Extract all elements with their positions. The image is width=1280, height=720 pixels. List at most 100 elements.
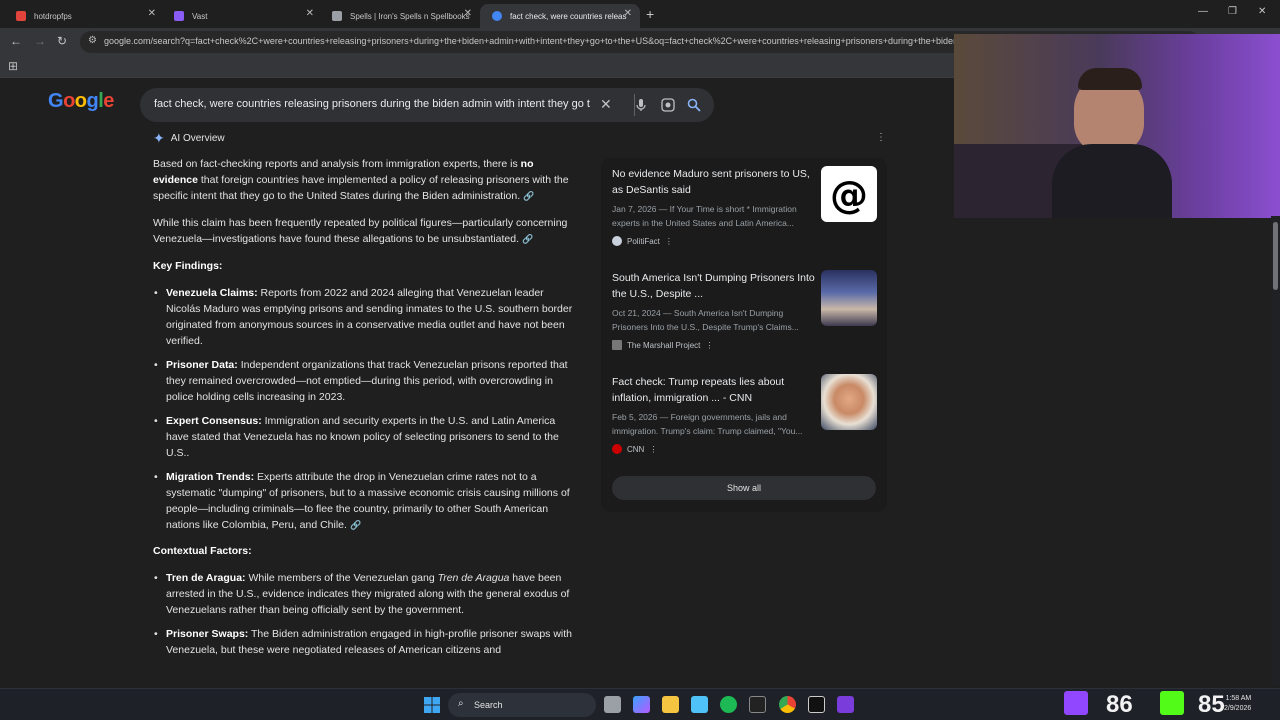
- close-window-icon[interactable]: ✕: [1258, 6, 1266, 17]
- notepad-icon[interactable]: [691, 696, 708, 713]
- source-thumbnail: [821, 270, 877, 326]
- tab-strip: hotdropfps ✕ Vast ✕ Spells | Iron's Spel…: [0, 0, 1280, 28]
- file-explorer-icon[interactable]: [662, 696, 679, 713]
- terminal-icon[interactable]: [808, 696, 825, 713]
- source-thumbnail: [821, 374, 877, 430]
- politifact-icon: [612, 236, 622, 246]
- search-icon: ⌕: [458, 698, 464, 709]
- contextual-factors-heading: Contextual Factors:: [153, 545, 252, 557]
- search-input[interactable]: fact check, were countries releasing pri…: [154, 98, 594, 110]
- new-tab-icon[interactable]: +: [646, 6, 654, 22]
- tab-close-icon[interactable]: ✕: [464, 8, 472, 19]
- finding-label: Expert Consensus:: [166, 415, 262, 427]
- ai-overview-content: Based on fact-checking reports and analy…: [153, 156, 575, 668]
- tab-favicon-icon: [174, 11, 184, 21]
- source-more-icon[interactable]: ⋮: [665, 237, 673, 246]
- source-site: CNN ⋮: [612, 444, 657, 454]
- tab-favicon-icon: [16, 11, 26, 21]
- viewer-count-1: 86: [1106, 691, 1133, 718]
- restore-icon[interactable]: ❐: [1228, 6, 1237, 17]
- source-card[interactable]: Fact check: Trump repeats lies about inf…: [612, 366, 882, 462]
- finding-label: Migration Trends:: [166, 471, 255, 483]
- reload-icon[interactable]: ↻: [57, 34, 67, 48]
- search-box[interactable]: fact check, were countries releasing pri…: [140, 88, 714, 122]
- intro-text: that foreign countries have implemented …: [153, 174, 569, 202]
- source-title[interactable]: No evidence Maduro sent prisoners to US,…: [612, 166, 818, 198]
- taskbar-search[interactable]: ⌕ Search: [448, 693, 596, 717]
- system-clock[interactable]: 1:58 AM 2/9/2026: [1224, 694, 1251, 714]
- threads-logo-icon: @: [821, 166, 877, 222]
- intro-text: Based on fact-checking reports and analy…: [153, 158, 521, 170]
- gemini-sparkle-icon: ✦: [153, 130, 165, 146]
- windows-start-icon[interactable]: [424, 697, 440, 713]
- scrollbar-thumb[interactable]: [1273, 222, 1278, 290]
- svg-text:@: @: [830, 173, 868, 217]
- marshall-project-icon: [612, 340, 622, 350]
- intro-bold: evidence: [153, 174, 198, 186]
- tab-google-search[interactable]: fact check, were countries releas ✕: [480, 4, 640, 28]
- factor-label: Prisoner Swaps:: [166, 628, 249, 640]
- hud-app-icon[interactable]: [749, 696, 766, 713]
- source-more-icon[interactable]: ⋮: [649, 445, 657, 454]
- source-title[interactable]: Fact check: Trump repeats lies about inf…: [612, 374, 818, 406]
- clear-search-icon[interactable]: ✕: [600, 96, 612, 113]
- page-scrollbar[interactable]: [1271, 216, 1280, 686]
- tab-title: hotdropfps: [34, 11, 72, 21]
- source-site: The Marshall Project ⋮: [612, 340, 713, 350]
- ai-overview-header: ✦ AI Overview: [153, 130, 225, 147]
- source-site: PolitiFact ⋮: [612, 236, 673, 246]
- twitch-icon: [1064, 691, 1088, 715]
- citation-link-icon[interactable]: 🔗: [523, 191, 534, 201]
- microphone-icon[interactable]: [635, 98, 647, 112]
- task-view-icon[interactable]: [604, 696, 621, 713]
- google-logo[interactable]: Google: [48, 90, 114, 113]
- lens-camera-icon[interactable]: [661, 98, 675, 112]
- tab-close-icon[interactable]: ✕: [306, 8, 314, 19]
- source-card[interactable]: South America Isn't Dumping Prisoners In…: [612, 262, 882, 358]
- apps-grid-icon[interactable]: ⊞: [8, 59, 18, 73]
- source-more-icon[interactable]: ⋮: [705, 341, 713, 350]
- tab-title: fact check, were countries releas: [510, 11, 627, 21]
- spotify-icon[interactable]: [720, 696, 737, 713]
- search-icon[interactable]: [687, 98, 701, 112]
- source-site-name: The Marshall Project: [627, 340, 701, 350]
- key-findings-heading: Key Findings:: [153, 260, 223, 272]
- url-text[interactable]: google.com/search?q=fact+check%2C+were+c…: [104, 36, 954, 46]
- citation-link-icon[interactable]: 🔗: [350, 520, 361, 530]
- back-icon[interactable]: ←: [10, 34, 22, 48]
- copilot-icon[interactable]: [633, 696, 650, 713]
- minimize-icon[interactable]: —: [1198, 6, 1208, 17]
- app-icon[interactable]: [837, 696, 854, 713]
- more-options-icon[interactable]: ⋮: [876, 132, 886, 143]
- tab-vast[interactable]: Vast ✕: [162, 4, 322, 28]
- clock-date: 2/9/2026: [1224, 705, 1252, 712]
- citation-link-icon[interactable]: 🔗: [522, 234, 533, 244]
- source-card[interactable]: No evidence Maduro sent prisoners to US,…: [612, 158, 882, 254]
- ai-overview-label: AI Overview: [170, 133, 225, 144]
- kick-icon: [1160, 691, 1184, 715]
- tab-close-icon[interactable]: ✕: [624, 8, 632, 19]
- finding-label: Venezuela Claims:: [166, 287, 258, 299]
- list-item: Prisoner Swaps: The Biden administration…: [154, 626, 575, 658]
- tab-close-icon[interactable]: ✕: [148, 8, 156, 19]
- tab-favicon-icon: [332, 11, 342, 21]
- source-snippet: Oct 21, 2024 — South America Isn't Dumpi…: [612, 308, 799, 332]
- clock-time: 1:58 AM: [1225, 695, 1252, 702]
- source-snippet: Jan 7, 2026 — If Your Time is short * Im…: [612, 204, 797, 228]
- intro-bold: no: [520, 158, 534, 170]
- key-findings-list: Venezuela Claims: Reports from 2022 and …: [154, 285, 575, 533]
- taskbar-search-label: Search: [474, 700, 503, 710]
- tab-hotdropfps[interactable]: hotdropfps ✕: [4, 4, 164, 28]
- forward-icon[interactable]: →: [34, 34, 46, 48]
- list-item: Prisoner Data: Independent organizations…: [154, 357, 575, 405]
- show-all-button[interactable]: Show all: [612, 476, 876, 500]
- intro-paragraph: Based on fact-checking reports and analy…: [153, 156, 575, 204]
- windows-taskbar: ⌕ Search 86 85 1:58 AM 2/9/2026: [0, 688, 1280, 720]
- claim-paragraph: While this claim has been frequently rep…: [153, 215, 575, 247]
- source-title[interactable]: South America Isn't Dumping Prisoners In…: [612, 270, 818, 302]
- chrome-icon[interactable]: [779, 696, 796, 713]
- viewer-count-2: 85: [1198, 691, 1225, 718]
- google-favicon-icon: [492, 11, 502, 21]
- site-info-icon[interactable]: ⚙: [88, 35, 97, 46]
- tab-spells[interactable]: Spells | Iron's Spells n Spellbooks ✕: [320, 4, 480, 28]
